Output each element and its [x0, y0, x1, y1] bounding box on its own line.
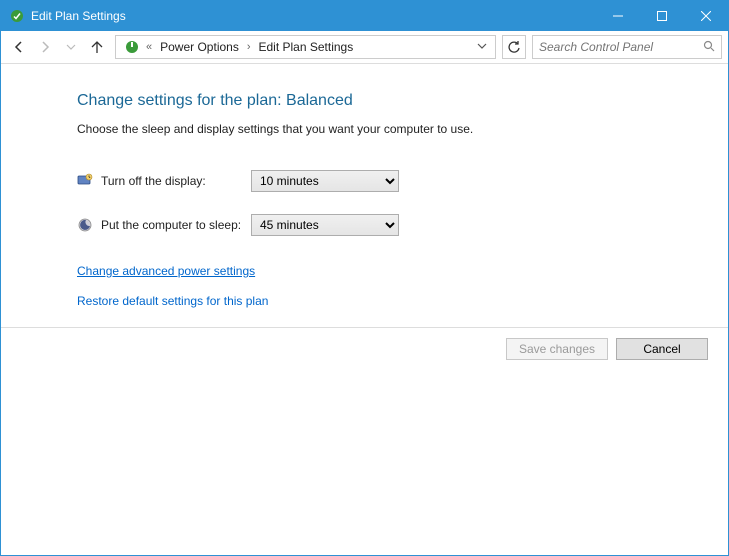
advanced-settings-link[interactable]: Change advanced power settings [77, 264, 255, 278]
up-button[interactable] [85, 35, 109, 59]
power-options-icon [124, 39, 140, 55]
close-button[interactable] [684, 1, 728, 31]
search-box[interactable] [532, 35, 722, 59]
title-bar: Edit Plan Settings [1, 1, 728, 31]
minimize-button[interactable] [596, 1, 640, 31]
breadcrumb-power-options[interactable]: Power Options [156, 40, 243, 54]
breadcrumb-edit-plan[interactable]: Edit Plan Settings [255, 40, 358, 54]
chevron-right-icon[interactable]: › [243, 41, 255, 53]
display-label: Turn off the display: [101, 174, 251, 188]
recent-locations-button[interactable] [59, 35, 83, 59]
breadcrumb[interactable]: « Power Options › Edit Plan Settings [115, 35, 496, 59]
back-button[interactable] [7, 35, 31, 59]
maximize-button[interactable] [640, 1, 684, 31]
restore-defaults-link[interactable]: Restore default settings for this plan [77, 294, 268, 308]
app-icon [9, 8, 25, 24]
sleep-icon [77, 217, 93, 233]
display-icon [77, 173, 93, 189]
save-button[interactable]: Save changes [506, 338, 608, 360]
setting-display-off: Turn off the display: 10 minutes [77, 170, 728, 192]
forward-button[interactable] [33, 35, 57, 59]
search-input[interactable] [539, 40, 699, 54]
page-subtext: Choose the sleep and display settings th… [77, 122, 728, 136]
sleep-label: Put the computer to sleep: [101, 218, 251, 232]
nav-bar: « Power Options › Edit Plan Settings [1, 31, 728, 64]
setting-sleep: Put the computer to sleep: 45 minutes [77, 214, 728, 236]
button-bar: Save changes Cancel [1, 327, 728, 370]
search-icon[interactable] [703, 40, 715, 55]
breadcrumb-dropdown[interactable] [471, 40, 493, 54]
page-heading: Change settings for the plan: Balanced [77, 92, 728, 110]
window-title: Edit Plan Settings [31, 9, 126, 23]
refresh-button[interactable] [502, 35, 526, 59]
display-timeout-select[interactable]: 10 minutes [251, 170, 399, 192]
cancel-button[interactable]: Cancel [616, 338, 708, 360]
breadcrumb-separator: « [142, 41, 156, 53]
content-area: Change settings for the plan: Balanced C… [1, 64, 728, 308]
sleep-timeout-select[interactable]: 45 minutes [251, 214, 399, 236]
